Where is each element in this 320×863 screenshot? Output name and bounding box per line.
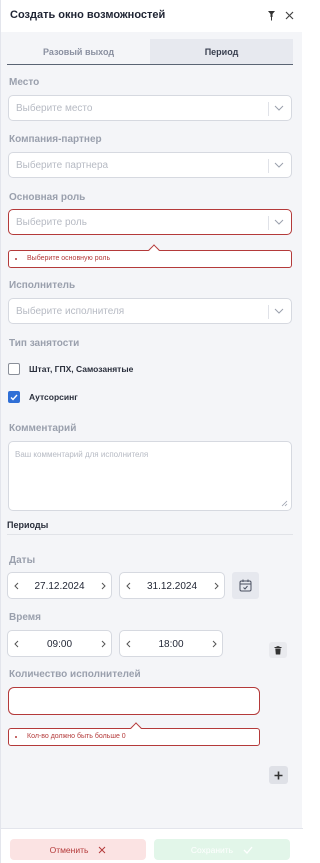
staff-checkbox-label: Штат, ГПХ, Самозанятые bbox=[29, 364, 134, 374]
outsourcing-checkbox-label: Аутсорсинг bbox=[29, 392, 78, 402]
tab-single-shift[interactable]: Разовый выход bbox=[7, 39, 150, 64]
checkmark-icon bbox=[10, 394, 18, 401]
role-error-tooltip: Выберите основную роль bbox=[8, 244, 292, 268]
time-label: Время bbox=[9, 612, 41, 623]
staff-checkbox[interactable] bbox=[8, 363, 20, 375]
role-error-message: Выберите основную роль bbox=[27, 255, 111, 262]
date-from-value: 27.12.2024 bbox=[34, 581, 85, 592]
location-select[interactable]: Выберите место bbox=[8, 95, 292, 121]
outsourcing-checkbox[interactable] bbox=[8, 391, 20, 403]
select-separator bbox=[268, 102, 269, 116]
time-from-stepper[interactable]: 09:00 bbox=[7, 630, 112, 657]
chevron-right-icon[interactable] bbox=[98, 580, 108, 592]
trash-icon bbox=[274, 645, 282, 654]
calendar-button[interactable] bbox=[232, 572, 259, 599]
location-label: Место bbox=[9, 77, 40, 88]
delete-period-button[interactable] bbox=[269, 642, 287, 658]
periods-section-title: Периоды bbox=[7, 520, 49, 530]
performer-placeholder: Выберите исполнителя bbox=[16, 306, 125, 317]
employment-option-staff[interactable]: Штат, ГПХ, Самозанятые bbox=[8, 363, 133, 375]
chevron-down-icon[interactable] bbox=[273, 305, 285, 317]
checkmark-icon bbox=[243, 846, 253, 854]
comment-textarea[interactable]: Ваш комментарий для исполнителя bbox=[8, 441, 292, 511]
tooltip-arrow bbox=[148, 244, 160, 256]
resize-grip-icon[interactable] bbox=[281, 500, 288, 507]
chevron-down-icon[interactable] bbox=[273, 102, 285, 114]
pin-icon[interactable] bbox=[265, 8, 277, 22]
partner-select[interactable]: Выберите партнера bbox=[8, 152, 292, 178]
close-icon bbox=[99, 846, 106, 853]
save-button-label: Сохранить bbox=[190, 844, 234, 855]
mode-tabs: Разовый выход Период bbox=[7, 39, 293, 65]
tab-period[interactable]: Период bbox=[150, 39, 293, 64]
tooltip-arrow bbox=[130, 722, 142, 734]
comment-label: Комментарий bbox=[9, 423, 77, 434]
select-separator bbox=[268, 159, 269, 173]
performers-count-input[interactable] bbox=[8, 687, 260, 715]
count-error-message: Кол-во должно быть больше 0 bbox=[27, 733, 126, 740]
chevron-down-icon[interactable] bbox=[273, 216, 285, 228]
chevron-right-icon[interactable] bbox=[209, 638, 219, 650]
chevron-right-icon[interactable] bbox=[211, 580, 221, 592]
error-bullet bbox=[15, 736, 17, 738]
cancel-button[interactable]: Отменить bbox=[10, 839, 146, 860]
periods-divider bbox=[7, 534, 293, 535]
time-from-value: 09:00 bbox=[46, 639, 73, 650]
role-label: Основная роль bbox=[9, 192, 86, 203]
cancel-button-label: Отменить bbox=[49, 844, 89, 855]
date-to-value: 31.12.2024 bbox=[146, 581, 198, 592]
time-to-stepper[interactable]: 18:00 bbox=[119, 630, 223, 657]
performers-count-label: Количество исполнителей bbox=[9, 669, 141, 680]
partner-label: Компания-партнер bbox=[9, 134, 102, 145]
employment-type-label: Тип занятости bbox=[9, 338, 80, 349]
save-button[interactable]: Сохранить bbox=[154, 839, 290, 860]
count-error-tooltip: Кол-во должно быть больше 0 bbox=[8, 722, 260, 746]
calendar-check-icon bbox=[239, 579, 252, 592]
panel-header: Создать окно возможностей bbox=[1, 0, 303, 32]
comment-placeholder: Ваш комментарий для исполнителя bbox=[15, 450, 149, 459]
performer-select[interactable]: Выберите исполнителя bbox=[8, 298, 292, 324]
panel-footer: Отменить Сохранить bbox=[1, 828, 303, 863]
partner-placeholder: Выберите партнера bbox=[16, 160, 109, 171]
date-from-stepper[interactable]: 27.12.2024 bbox=[7, 572, 112, 599]
date-to-stepper[interactable]: 31.12.2024 bbox=[119, 572, 225, 599]
role-placeholder: Выберите роль bbox=[16, 217, 87, 228]
error-bullet bbox=[15, 258, 17, 260]
add-period-button[interactable] bbox=[269, 766, 288, 784]
time-to-value: 18:00 bbox=[158, 639, 184, 650]
chevron-right-icon[interactable] bbox=[98, 638, 108, 650]
chevron-down-icon[interactable] bbox=[273, 159, 285, 171]
header-actions bbox=[265, 8, 295, 22]
location-placeholder: Выберите место bbox=[16, 103, 93, 114]
performer-label: Исполнитель bbox=[9, 280, 76, 291]
role-select[interactable]: Выберите роль bbox=[8, 209, 292, 235]
select-separator bbox=[268, 216, 269, 230]
plus-icon bbox=[274, 771, 283, 779]
close-icon[interactable] bbox=[283, 8, 295, 22]
create-opportunity-panel: Создать окно возможностей Разовый выход … bbox=[0, 0, 303, 863]
select-separator bbox=[268, 305, 269, 319]
dates-label: Даты bbox=[9, 555, 36, 566]
employment-option-outsourcing[interactable]: Аутсорсинг bbox=[8, 391, 78, 403]
panel-title: Создать окно возможностей bbox=[10, 9, 166, 21]
